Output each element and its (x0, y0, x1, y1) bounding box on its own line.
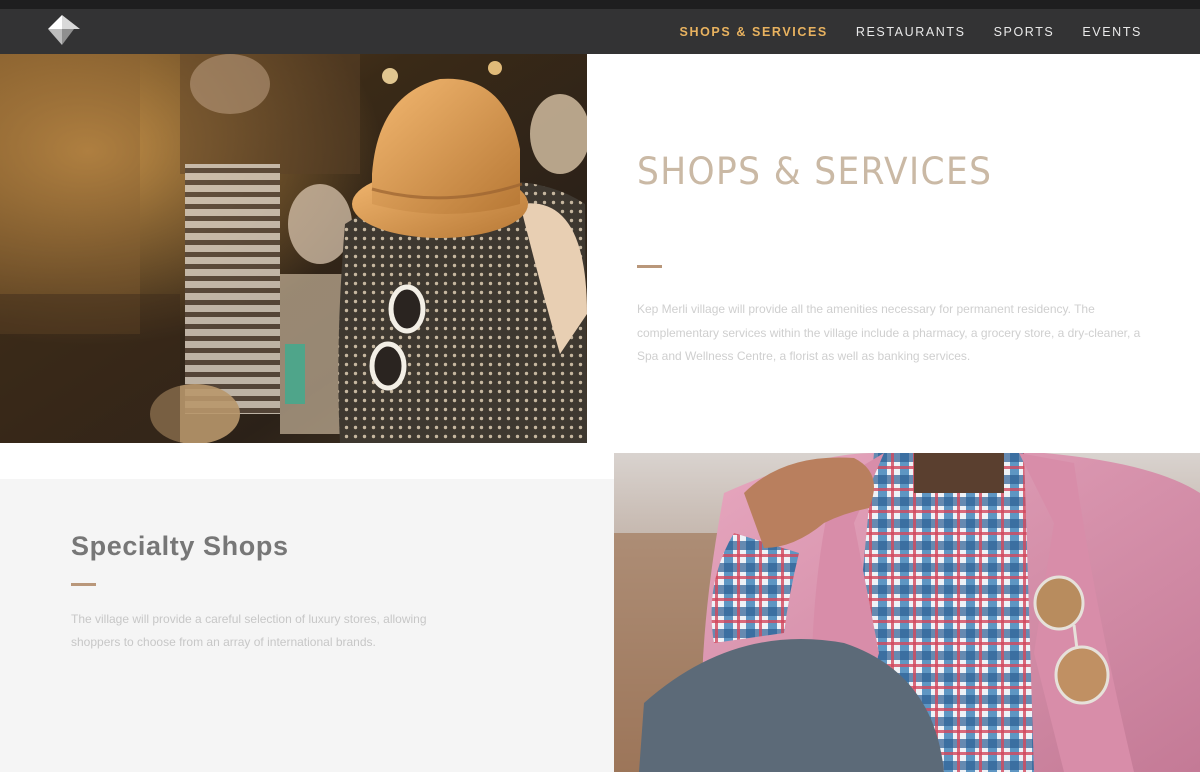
specialty-divider (71, 583, 96, 586)
hero-text-block: SHOPS & SERVICES Kep Merli village will … (637, 150, 1147, 369)
specialty-text-block: Specialty Shops The village will provide… (71, 531, 471, 654)
logo-icon (48, 15, 80, 45)
main-nav: SHOPS & SERVICES RESTAURANTS SPORTS EVEN… (680, 9, 1142, 54)
navbar: SHOPS & SERVICES RESTAURANTS SPORTS EVEN… (0, 9, 1200, 54)
nav-sports[interactable]: SPORTS (994, 25, 1055, 39)
hero-title: SHOPS & SERVICES (637, 150, 993, 193)
specialty-title: Specialty Shops (71, 531, 289, 561)
specialty-description: The village will provide a careful selec… (71, 612, 427, 649)
nav-restaurants[interactable]: RESTAURANTS (856, 25, 966, 39)
specialty-image-man-blazer (614, 453, 1200, 772)
hero-image-hat-mannequin (0, 54, 587, 443)
logo[interactable] (44, 15, 80, 45)
top-strip (0, 0, 1200, 9)
nav-events[interactable]: EVENTS (1082, 25, 1142, 39)
hero-divider (637, 265, 662, 268)
hero-description: Kep Merli village will provide all the a… (637, 302, 1141, 363)
nav-shops-services[interactable]: SHOPS & SERVICES (680, 25, 828, 39)
